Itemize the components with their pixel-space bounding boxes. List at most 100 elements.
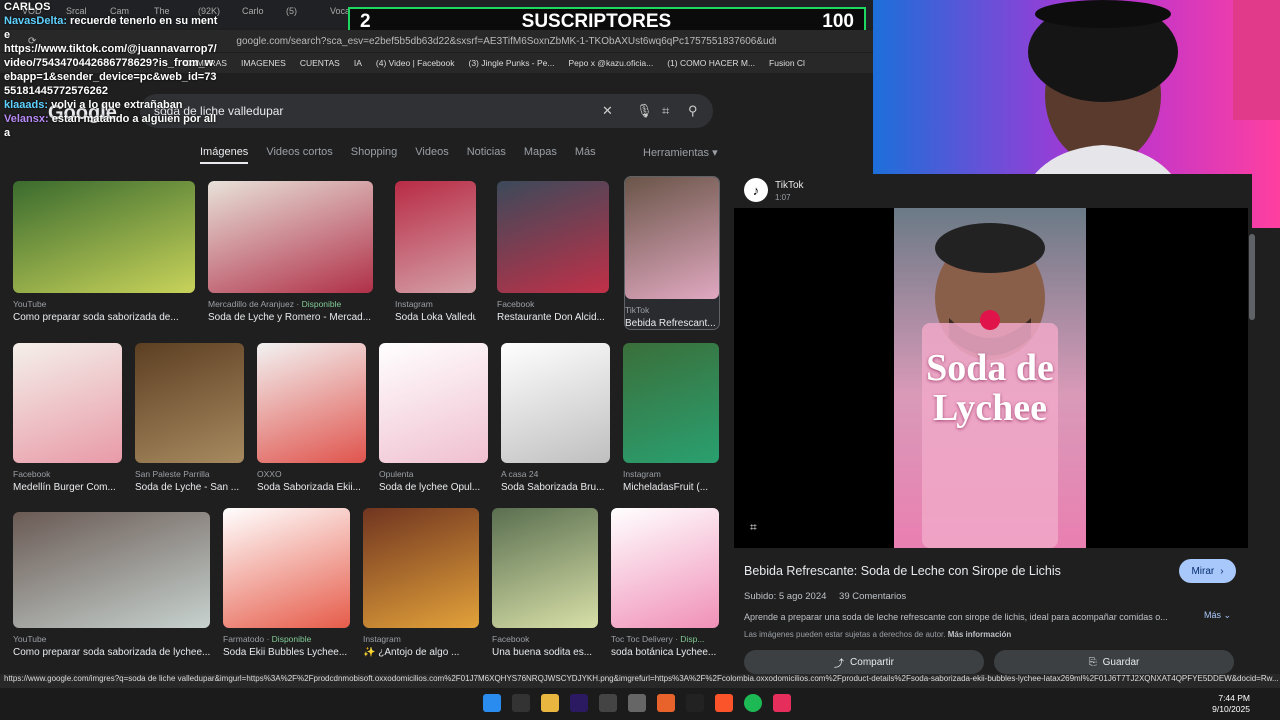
result-thumbnail[interactable] [395, 181, 476, 293]
spotify-icon[interactable] [744, 694, 762, 712]
image-result[interactable]: Mercadillo de Aranjuez · Disponible Soda … [208, 181, 373, 323]
image-result[interactable]: Opulenta Soda de lychee Opul... [379, 343, 488, 493]
result-thumbnail[interactable] [379, 343, 488, 463]
result-thumbnail[interactable] [135, 343, 244, 463]
result-thumbnail[interactable] [208, 181, 373, 293]
result-title[interactable]: soda botánica Lychee... [611, 647, 719, 658]
filter-tab[interactable]: Más [575, 146, 596, 164]
filter-tab[interactable]: Videos [415, 146, 448, 164]
image-result[interactable]: YouTube Como preparar soda saborizada de … [13, 512, 210, 658]
result-thumbnail[interactable] [623, 343, 719, 463]
upload-date: Subido: 5 ago 2024 [744, 591, 827, 602]
app-icon[interactable] [657, 694, 675, 712]
capcut-icon[interactable] [686, 694, 704, 712]
result-thumbnail[interactable] [611, 508, 719, 628]
image-result[interactable]: Instagram ✨ ¿Antojo de algo ... [363, 508, 479, 658]
more-info-link[interactable]: Más información [948, 630, 1012, 639]
result-thumbnail[interactable] [497, 181, 609, 293]
result-title[interactable]: Soda de Lyche y Romero - Mercad... [208, 312, 373, 323]
system-clock[interactable]: 7:44 PM 9/10/2025 [1212, 693, 1250, 715]
video-preview[interactable]: Soda de Lychee ⌗ [734, 208, 1248, 548]
bookmark-item[interactable]: (3) Jingle Punks - Pe... [469, 58, 555, 68]
image-result[interactable]: Farmatodo · Disponible Soda Ekii Bubbles … [223, 508, 350, 658]
image-result[interactable]: Facebook Medellín Burger Com... [13, 343, 122, 493]
filter-tab[interactable]: Imágenes [200, 146, 249, 164]
tiktok-icon[interactable] [773, 694, 791, 712]
clear-icon[interactable]: ✕ [602, 103, 613, 119]
browser-tab[interactable]: (5) [286, 6, 326, 28]
save-button[interactable]: ⎘ Guardar [994, 650, 1234, 674]
result-title[interactable]: Soda Ekii Bubbles Lychee... [223, 647, 350, 658]
bookmark-item[interactable]: Fusion Cl [769, 58, 805, 68]
result-thumbnail[interactable] [363, 508, 479, 628]
bookmark-item[interactable]: (1) COMO HACER M... [667, 58, 755, 68]
result-thumbnail[interactable] [13, 343, 122, 463]
bookmark-item[interactable]: IA [354, 58, 362, 68]
watch-button[interactable]: Mirar › [1179, 559, 1236, 583]
image-result[interactable]: Instagram Soda Loka Valledu... [395, 181, 476, 323]
image-result[interactable]: Instagram MicheladasFruit (... [623, 343, 719, 493]
tiktok-logo-icon: ♪ [744, 178, 768, 202]
result-title[interactable]: Soda Saborizada Ekii... [257, 482, 366, 493]
bookmark-item[interactable]: CUENTAS [300, 58, 340, 68]
microphone-icon[interactable]: 🎙 [636, 103, 653, 119]
filter-tab[interactable]: Shopping [351, 146, 398, 164]
image-result[interactable]: Toc Toc Delivery · Disp... soda botánica … [611, 508, 719, 658]
comments-count: 39 Comentarios [839, 591, 907, 602]
panel-scrollbar[interactable] [1249, 234, 1255, 320]
result-title[interactable]: Soda de Lyche - San ... [135, 482, 244, 493]
premiere-icon[interactable] [570, 694, 588, 712]
result-title[interactable]: Bebida Refrescant... [625, 318, 719, 329]
image-result[interactable]: Facebook Restaurante Don Alcid... [497, 181, 609, 323]
browser-tab[interactable]: Carlo [242, 6, 282, 28]
result-title[interactable]: Soda Loka Valledu... [395, 312, 476, 323]
bookmark-item[interactable]: Pepo x @kazu.oficia... [568, 58, 653, 68]
panel-source[interactable]: TikTok [775, 180, 804, 191]
result-title[interactable]: Soda de lychee Opul... [379, 482, 488, 493]
share-button[interactable]: ⤴ Compartir [744, 650, 984, 674]
result-thumbnail[interactable] [501, 343, 610, 463]
image-result[interactable]: San Paleste Parrilla Soda de Lyche - San … [135, 343, 244, 493]
app-icon[interactable] [628, 694, 646, 712]
search-icon[interactable]: ⚲ [688, 103, 698, 119]
image-result[interactable]: TikTok Bebida Refrescant... [624, 176, 720, 330]
result-title[interactable]: Soda Saborizada Bru... [501, 482, 610, 493]
result-title[interactable]: ✨ ¿Antojo de algo ... [363, 647, 479, 658]
result-thumbnail[interactable] [13, 181, 195, 293]
address-url[interactable]: google.com/search?sca_esv=e2bef5b5db63d2… [236, 36, 776, 47]
image-result[interactable]: Facebook Una buena sodita es... [492, 508, 598, 658]
result-title[interactable]: Como preparar soda saborizada de... [13, 312, 195, 323]
windows-start-icon[interactable] [483, 694, 501, 712]
bookmark-item[interactable]: (4) Video | Facebook [376, 58, 455, 68]
video-frame[interactable]: Soda de Lychee [894, 208, 1086, 548]
file-explorer-icon[interactable] [541, 694, 559, 712]
filter-tab[interactable]: Noticias [467, 146, 506, 164]
obs-icon[interactable] [599, 694, 617, 712]
lens-icon[interactable]: ⌗ [662, 103, 669, 119]
brave-browser-icon[interactable] [715, 694, 733, 712]
lens-search-icon[interactable]: ⌗ [750, 520, 757, 535]
bookmark-item[interactable]: IMAGENES [241, 58, 286, 68]
result-title[interactable]: Restaurante Don Alcid... [497, 312, 609, 323]
panel-title[interactable]: Bebida Refrescante: Soda de Leche con Si… [744, 564, 1061, 578]
result-title[interactable]: Medellín Burger Com... [13, 482, 122, 493]
search-box[interactable]: soda de liche valledupar ✕ 🎙 ⌗ ⚲ [140, 94, 713, 128]
result-title[interactable]: Una buena sodita es... [492, 647, 598, 658]
result-thumbnail[interactable] [492, 508, 598, 628]
result-title[interactable]: Como preparar soda saborizada de lychee.… [13, 647, 210, 658]
save-label: Guardar [1102, 656, 1140, 668]
filter-tab[interactable]: Videos cortos [266, 146, 332, 164]
result-title[interactable]: MicheladasFruit (... [623, 482, 719, 493]
filter-tab[interactable]: Mapas [524, 146, 557, 164]
tools-button[interactable]: Herramientas ▾ [643, 146, 718, 159]
result-thumbnail[interactable] [625, 177, 719, 299]
result-thumbnail[interactable] [257, 343, 366, 463]
image-result[interactable]: OXXO Soda Saborizada Ekii... [257, 343, 366, 493]
app-icon[interactable] [512, 694, 530, 712]
image-result[interactable]: YouTube Como preparar soda saborizada de.… [13, 181, 195, 323]
result-thumbnail[interactable] [13, 512, 210, 628]
image-result[interactable]: A casa 24 Soda Saborizada Bru... [501, 343, 610, 493]
more-button[interactable]: Más ⌄ [1204, 610, 1231, 621]
result-thumbnail[interactable] [223, 508, 350, 628]
source-name: Farmatodo [223, 634, 265, 644]
